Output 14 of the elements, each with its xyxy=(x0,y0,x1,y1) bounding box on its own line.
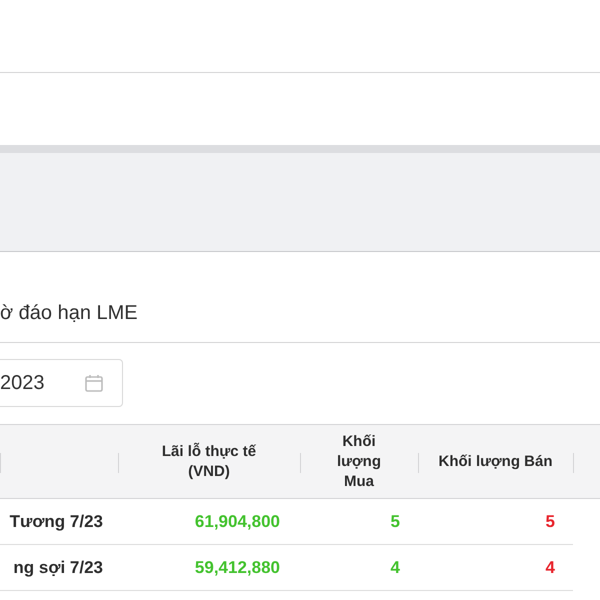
table-cell-text: 61,904,800 xyxy=(194,512,281,532)
table-cell-text: 4 xyxy=(544,558,556,578)
table-cell-text: 5 xyxy=(390,512,401,532)
table-cell-text: 59,412,880 xyxy=(194,558,281,578)
column-header: Khối lượng Mua xyxy=(336,432,382,492)
date-field[interactable]: 2023 xyxy=(0,359,123,407)
table-cell-text: 4 xyxy=(390,558,401,578)
column-header: Lãi lỗ thực tế (VND) xyxy=(160,442,258,482)
column-header: Khối lượng Bán xyxy=(438,452,553,472)
calendar-icon xyxy=(84,373,104,393)
table-cell-text: 5 xyxy=(544,512,556,532)
table-cell-text: Tương 7/23 xyxy=(8,512,104,532)
table-cell-text: ng sợi 7/23 xyxy=(12,558,104,578)
section-title: ờ đáo hạn LME xyxy=(0,302,138,325)
